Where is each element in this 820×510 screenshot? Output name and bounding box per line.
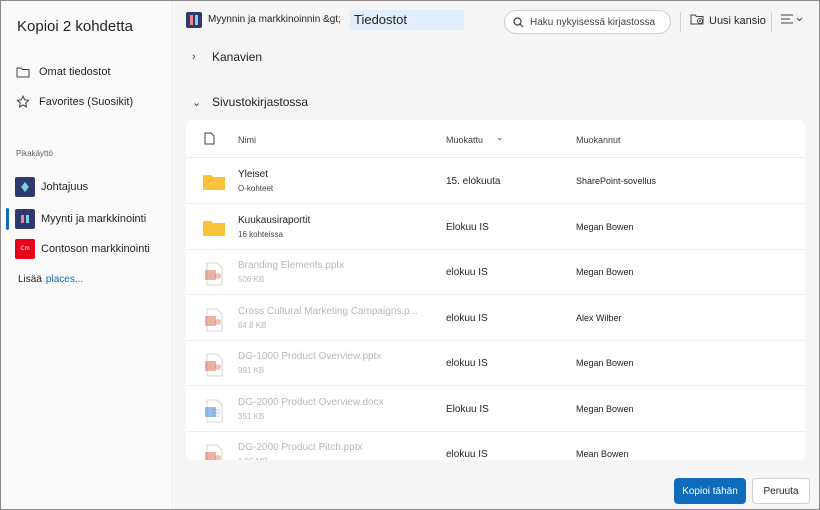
sidebar-item-favorites[interactable]: Favorites (Suosikit) [15,91,133,113]
row-modified-by: Megan Bowen [576,267,634,277]
copy-here-button[interactable]: Kopioi tähän [674,478,746,504]
row-subtext: 1.06 MB [238,457,268,460]
pptx-icon [202,262,226,286]
row-modified: elokuu IS [446,449,488,460]
breadcrumb[interactable]: Myynnin ja markkinoinnin &gt; [208,14,341,25]
site-logo-icon [186,12,202,28]
table-row: DG-2000 Product Overview.docx 351 KB Eloku… [186,387,805,432]
row-name: Branding Elements.pptx [238,260,345,271]
folder-icon [202,217,226,239]
star-icon [15,94,31,110]
view-options-button[interactable] [780,12,804,26]
active-indicator [6,208,9,230]
footer: Kopioi tähän Peruuta [174,467,819,509]
group-label: Sivustokirjastossa [212,95,309,109]
pptx-icon [202,353,226,377]
column-name[interactable]: Nimi [238,135,256,145]
row-name: DG-1000 Product Overview.pptx [238,351,382,362]
sidebar-item-contoso[interactable]: Cm Contoson markkinointi [15,238,150,260]
list-view-icon [781,14,803,24]
row-subtext: 16 kohteissa [238,229,283,239]
sidebar-item-myynti[interactable]: Myynti ja markkinointi [15,208,146,230]
sidebar-item-label: Contoson markkinointi [41,243,150,255]
table-row: DG-2000 Product Pitch.pptx 1.06 MB elokuu … [186,432,805,460]
cancel-button[interactable]: Peruuta [752,478,810,504]
row-modified: Elokuu IS [446,403,489,415]
new-folder-icon [690,13,704,28]
row-modified: 15. elokuuta [446,176,501,187]
pptx-icon [202,308,226,331]
row-modified-by: Alex Wilber [576,312,622,323]
quick-access-label: Pikakäyttö [16,149,53,158]
sidebar-item-label: Myynti ja markkinointi [41,213,147,225]
file-table: Nimi Muokattu ⌄ Muokannut Yleiset O-kohte… [186,120,805,460]
sidebar: Kopioi 2 kohdetta Omat tiedostot Favorit… [1,1,173,509]
main-panel: Myynnin ja markkinoinnin &gt; Tiedostot … [174,1,819,509]
pptx-icon [202,444,226,460]
row-subtext: 84.8 KB [238,320,267,330]
row-subtext: O-kohteet [238,184,274,193]
row-name: DG-2000 Product Pitch.pptx [238,442,363,453]
row-subtext: 991 KB [238,366,265,375]
sidebar-item-my-files[interactable]: Omat tiedostot [15,61,111,83]
row-modified-by: Mean Bowen [576,449,629,459]
row-modified: elokuu IS [446,358,488,369]
sidebar-item-label: Omat tiedostot [39,66,111,78]
table-row: Branding Elements.pptx 506 KB elokuu IS Meg… [186,250,805,295]
row-name: Cross Cultural Marketing Campaigns.p... [238,305,419,317]
site-logo-icon [15,177,35,197]
site-logo-icon: Cm [15,239,35,259]
table-header: Nimi Muokattu ⌄ Muokannut [186,120,805,158]
row-modified-by: Megan Bowen [576,403,634,414]
table-row[interactable]: Kuukausiraportit 16 kohteissa Elokuu IS Meg… [186,205,805,250]
row-modified-by: Megan Bowen [576,221,634,232]
row-subtext: 351 KB [238,411,265,421]
topbar: Myynnin ja markkinoinnin &gt; Tiedostot … [174,1,819,41]
site-logo-icon [15,209,35,229]
sidebar-item-johtajuus[interactable]: Johtajuus [15,176,88,198]
search-input[interactable] [530,16,660,28]
dialog-title: Kopioi 2 kohdetta [17,18,133,35]
more-label: Lisää [18,274,42,285]
more-places: Lisää places... [18,274,83,285]
group-label: Kanavien [212,50,263,64]
chevron-down-icon: ⌄ [192,96,202,109]
divider [680,12,681,32]
new-folder-button[interactable]: Uusi kansio [690,13,766,28]
divider [771,12,772,32]
group-library[interactable]: ⌄ Sivustokirjastossa [192,95,308,109]
column-modified-by[interactable]: Muokannut [576,135,621,145]
folder-icon [15,64,31,80]
file-type-icon [204,132,215,147]
row-name: Kuukausiraportit [238,214,311,226]
search-icon [513,16,524,27]
table-row: DG-1000 Product Overview.pptx 991 KB eloku… [186,341,805,386]
row-modified-by: SharePoint-sovellus [576,176,657,186]
chevron-right-icon: › [192,51,196,63]
sort-chevron-icon[interactable]: ⌄ [496,132,504,143]
new-folder-label: Uusi kansio [709,14,766,27]
row-modified: elokuu IS [446,312,488,324]
row-modified: elokuu IS [446,267,488,278]
table-row: Cross Cultural Marketing Campaigns.p... 8… [186,296,805,341]
row-modified: Elokuu IS [446,221,489,233]
column-modified[interactable]: Muokattu [446,135,483,145]
docx-icon [202,399,226,422]
breadcrumb-current[interactable]: Tiedostot [350,10,464,30]
row-subtext: 506 KB [238,275,265,284]
group-channels[interactable]: › Kanavien [192,50,262,64]
row-name: Yleiset [238,169,269,180]
search-box[interactable] [504,10,671,34]
sidebar-item-label: Favorites (Suosikit) [39,96,134,108]
row-modified-by: Megan Bowen [576,358,634,368]
more-places-link[interactable]: places... [46,274,83,285]
sidebar-item-label: Johtajuus [41,181,89,193]
folder-icon [202,171,226,193]
row-name: DG-2000 Product Overview.docx [238,396,384,408]
table-row[interactable]: Yleiset O-kohteet 15. elokuuta SharePoint-s… [186,159,805,204]
